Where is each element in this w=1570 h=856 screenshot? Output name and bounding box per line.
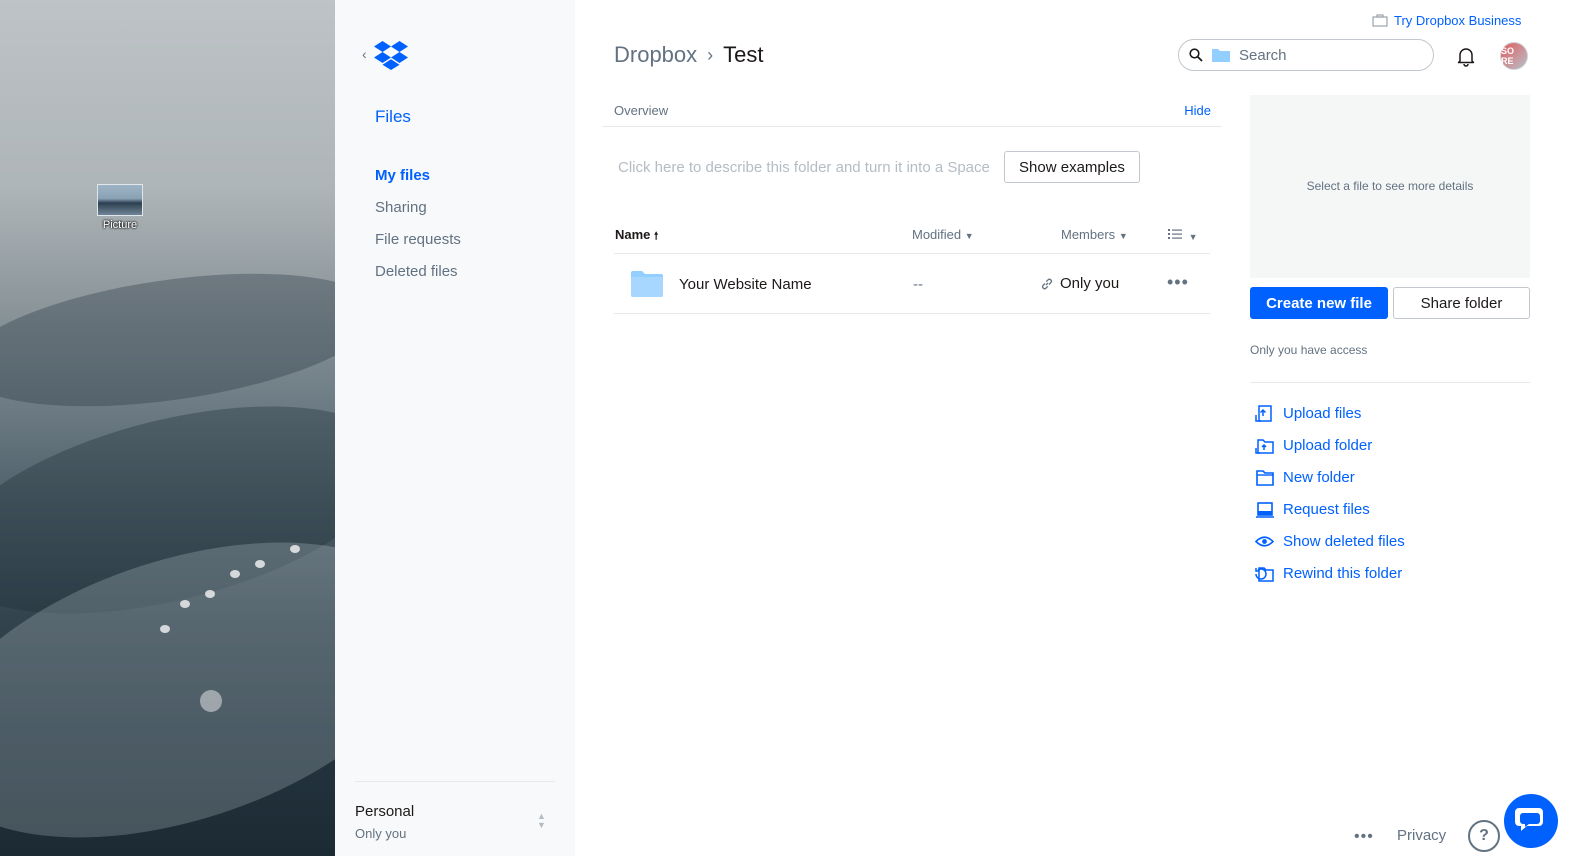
nav-section-files[interactable]: Files: [375, 107, 411, 127]
sidebar-item-my-files[interactable]: My files: [375, 165, 461, 197]
link-icon: [1041, 278, 1053, 289]
wallpaper-foam: [180, 600, 190, 608]
picture-thumbnail: [97, 184, 143, 216]
share-folder-button[interactable]: Share folder: [1393, 287, 1530, 319]
help-button[interactable]: ?: [1468, 820, 1500, 852]
wallpaper-foam: [290, 545, 300, 553]
column-modified-label: Modified: [912, 227, 962, 242]
action-show-deleted-files[interactable]: Show deleted files: [1255, 525, 1405, 557]
caret-down-icon: ▼: [1188, 232, 1198, 242]
list-view-icon: [1168, 229, 1182, 239]
account-switch-icon[interactable]: ▲ ▼: [537, 812, 546, 830]
new-folder-icon: [1256, 469, 1274, 486]
file-table-header: Name 🠕 Modified ▼ Members ▼ ▼: [614, 218, 1210, 254]
wallpaper-foam: [255, 560, 265, 568]
footer-more-icon[interactable]: •••: [1354, 828, 1374, 846]
file-modified: --: [913, 276, 923, 293]
wallpaper-wave: [0, 251, 335, 429]
eye-icon: [1255, 535, 1274, 547]
try-business-label: Try Dropbox Business: [1394, 13, 1522, 28]
action-label: New folder: [1283, 468, 1355, 486]
user-avatar[interactable]: SO RE: [1500, 42, 1528, 70]
action-rewind-folder[interactable]: Rewind this folder: [1255, 557, 1405, 589]
wallpaper-foam: [200, 690, 222, 712]
action-label: Upload folder: [1283, 436, 1373, 454]
search-icon: [1189, 48, 1203, 62]
view-options-button[interactable]: ▼: [1168, 228, 1198, 243]
action-request-files[interactable]: Request files: [1255, 493, 1405, 525]
details-placeholder: Select a file to see more details: [1306, 179, 1474, 193]
chat-button[interactable]: [1504, 794, 1558, 848]
action-upload-folder[interactable]: Upload folder: [1255, 429, 1405, 461]
caret-down-icon: ▼: [964, 231, 974, 241]
folder-actions-list: Upload files Upload folder New folder Re…: [1255, 397, 1405, 589]
breadcrumb-separator: ›: [707, 44, 714, 65]
desktop-background: Picture: [0, 0, 335, 856]
wallpaper-foam: [160, 625, 170, 633]
desktop-picture-icon[interactable]: Picture: [93, 184, 147, 231]
column-header-modified[interactable]: Modified ▼: [912, 227, 974, 242]
wallpaper-foam: [230, 570, 240, 578]
column-header-members[interactable]: Members ▼: [1061, 227, 1128, 242]
column-members-label: Members: [1061, 227, 1116, 242]
rewind-icon: [1255, 566, 1274, 582]
notifications-bell-icon[interactable]: [1454, 44, 1478, 68]
chat-bubble-icon: [1515, 808, 1543, 831]
overview-bar: Overview Hide: [602, 100, 1222, 127]
search-input[interactable]: [1239, 46, 1419, 64]
request-files-icon: [1256, 501, 1274, 518]
sidebar-divider: [355, 781, 555, 782]
dropbox-logo-icon[interactable]: [374, 40, 408, 70]
upload-file-icon: [1255, 404, 1272, 422]
privacy-link[interactable]: Privacy: [1397, 827, 1446, 844]
desktop-icon-label: Picture: [102, 219, 138, 231]
create-new-file-button[interactable]: Create new file: [1250, 287, 1388, 319]
panel-divider: [1250, 382, 1530, 383]
breadcrumb: Dropbox › Test: [614, 42, 764, 68]
caret-down-icon: ▼: [1118, 231, 1128, 241]
folder-scope-icon: [1212, 49, 1230, 62]
column-header-name[interactable]: Name 🠕: [615, 227, 658, 246]
action-label: Rewind this folder: [1283, 564, 1403, 582]
action-upload-files[interactable]: Upload files: [1255, 397, 1405, 429]
help-icon: ?: [1479, 827, 1489, 844]
column-name-label: Name: [615, 227, 651, 242]
sidebar-item-file-requests[interactable]: File requests: [375, 229, 461, 261]
file-members: Only you: [1040, 275, 1119, 292]
sidebar: ‹ Files My files Sharing File requests D…: [335, 0, 575, 856]
upload-folder-icon: [1255, 438, 1274, 454]
table-row[interactable]: Your Website Name -- Only you •••: [614, 255, 1210, 314]
overview-hide-link[interactable]: Hide: [1184, 103, 1211, 118]
sidebar-item-deleted-files[interactable]: Deleted files: [375, 261, 461, 293]
try-business-link[interactable]: Try Dropbox Business: [1372, 13, 1521, 28]
folder-icon: [631, 271, 663, 297]
account-name[interactable]: Personal: [355, 803, 414, 820]
breadcrumb-current: Test: [723, 42, 764, 67]
nav-list: My files Sharing File requests Deleted f…: [375, 165, 461, 293]
access-info: Only you have access: [1250, 343, 1368, 357]
folder-description-prompt[interactable]: Click here to describe this folder and t…: [618, 159, 990, 176]
show-examples-button[interactable]: Show examples: [1004, 151, 1140, 183]
action-label: Upload files: [1283, 404, 1362, 422]
sort-ascending-icon: 🠕: [654, 231, 659, 242]
members-label: Only you: [1060, 275, 1120, 292]
account-subtitle: Only you: [355, 826, 407, 841]
sidebar-item-sharing[interactable]: Sharing: [375, 197, 461, 229]
search-box[interactable]: [1178, 39, 1434, 71]
action-new-folder[interactable]: New folder: [1255, 461, 1405, 493]
row-more-options-icon[interactable]: •••: [1167, 272, 1189, 293]
wallpaper-foam: [205, 590, 215, 598]
overview-label: Overview: [614, 103, 669, 118]
file-name[interactable]: Your Website Name: [679, 276, 812, 293]
breadcrumb-root[interactable]: Dropbox: [614, 42, 697, 68]
briefcase-icon: [1372, 14, 1388, 27]
action-label: Show deleted files: [1283, 532, 1405, 550]
details-panel: Select a file to see more details: [1250, 95, 1530, 278]
action-label: Request files: [1283, 500, 1370, 518]
collapse-sidebar-icon[interactable]: ‹: [362, 46, 367, 62]
